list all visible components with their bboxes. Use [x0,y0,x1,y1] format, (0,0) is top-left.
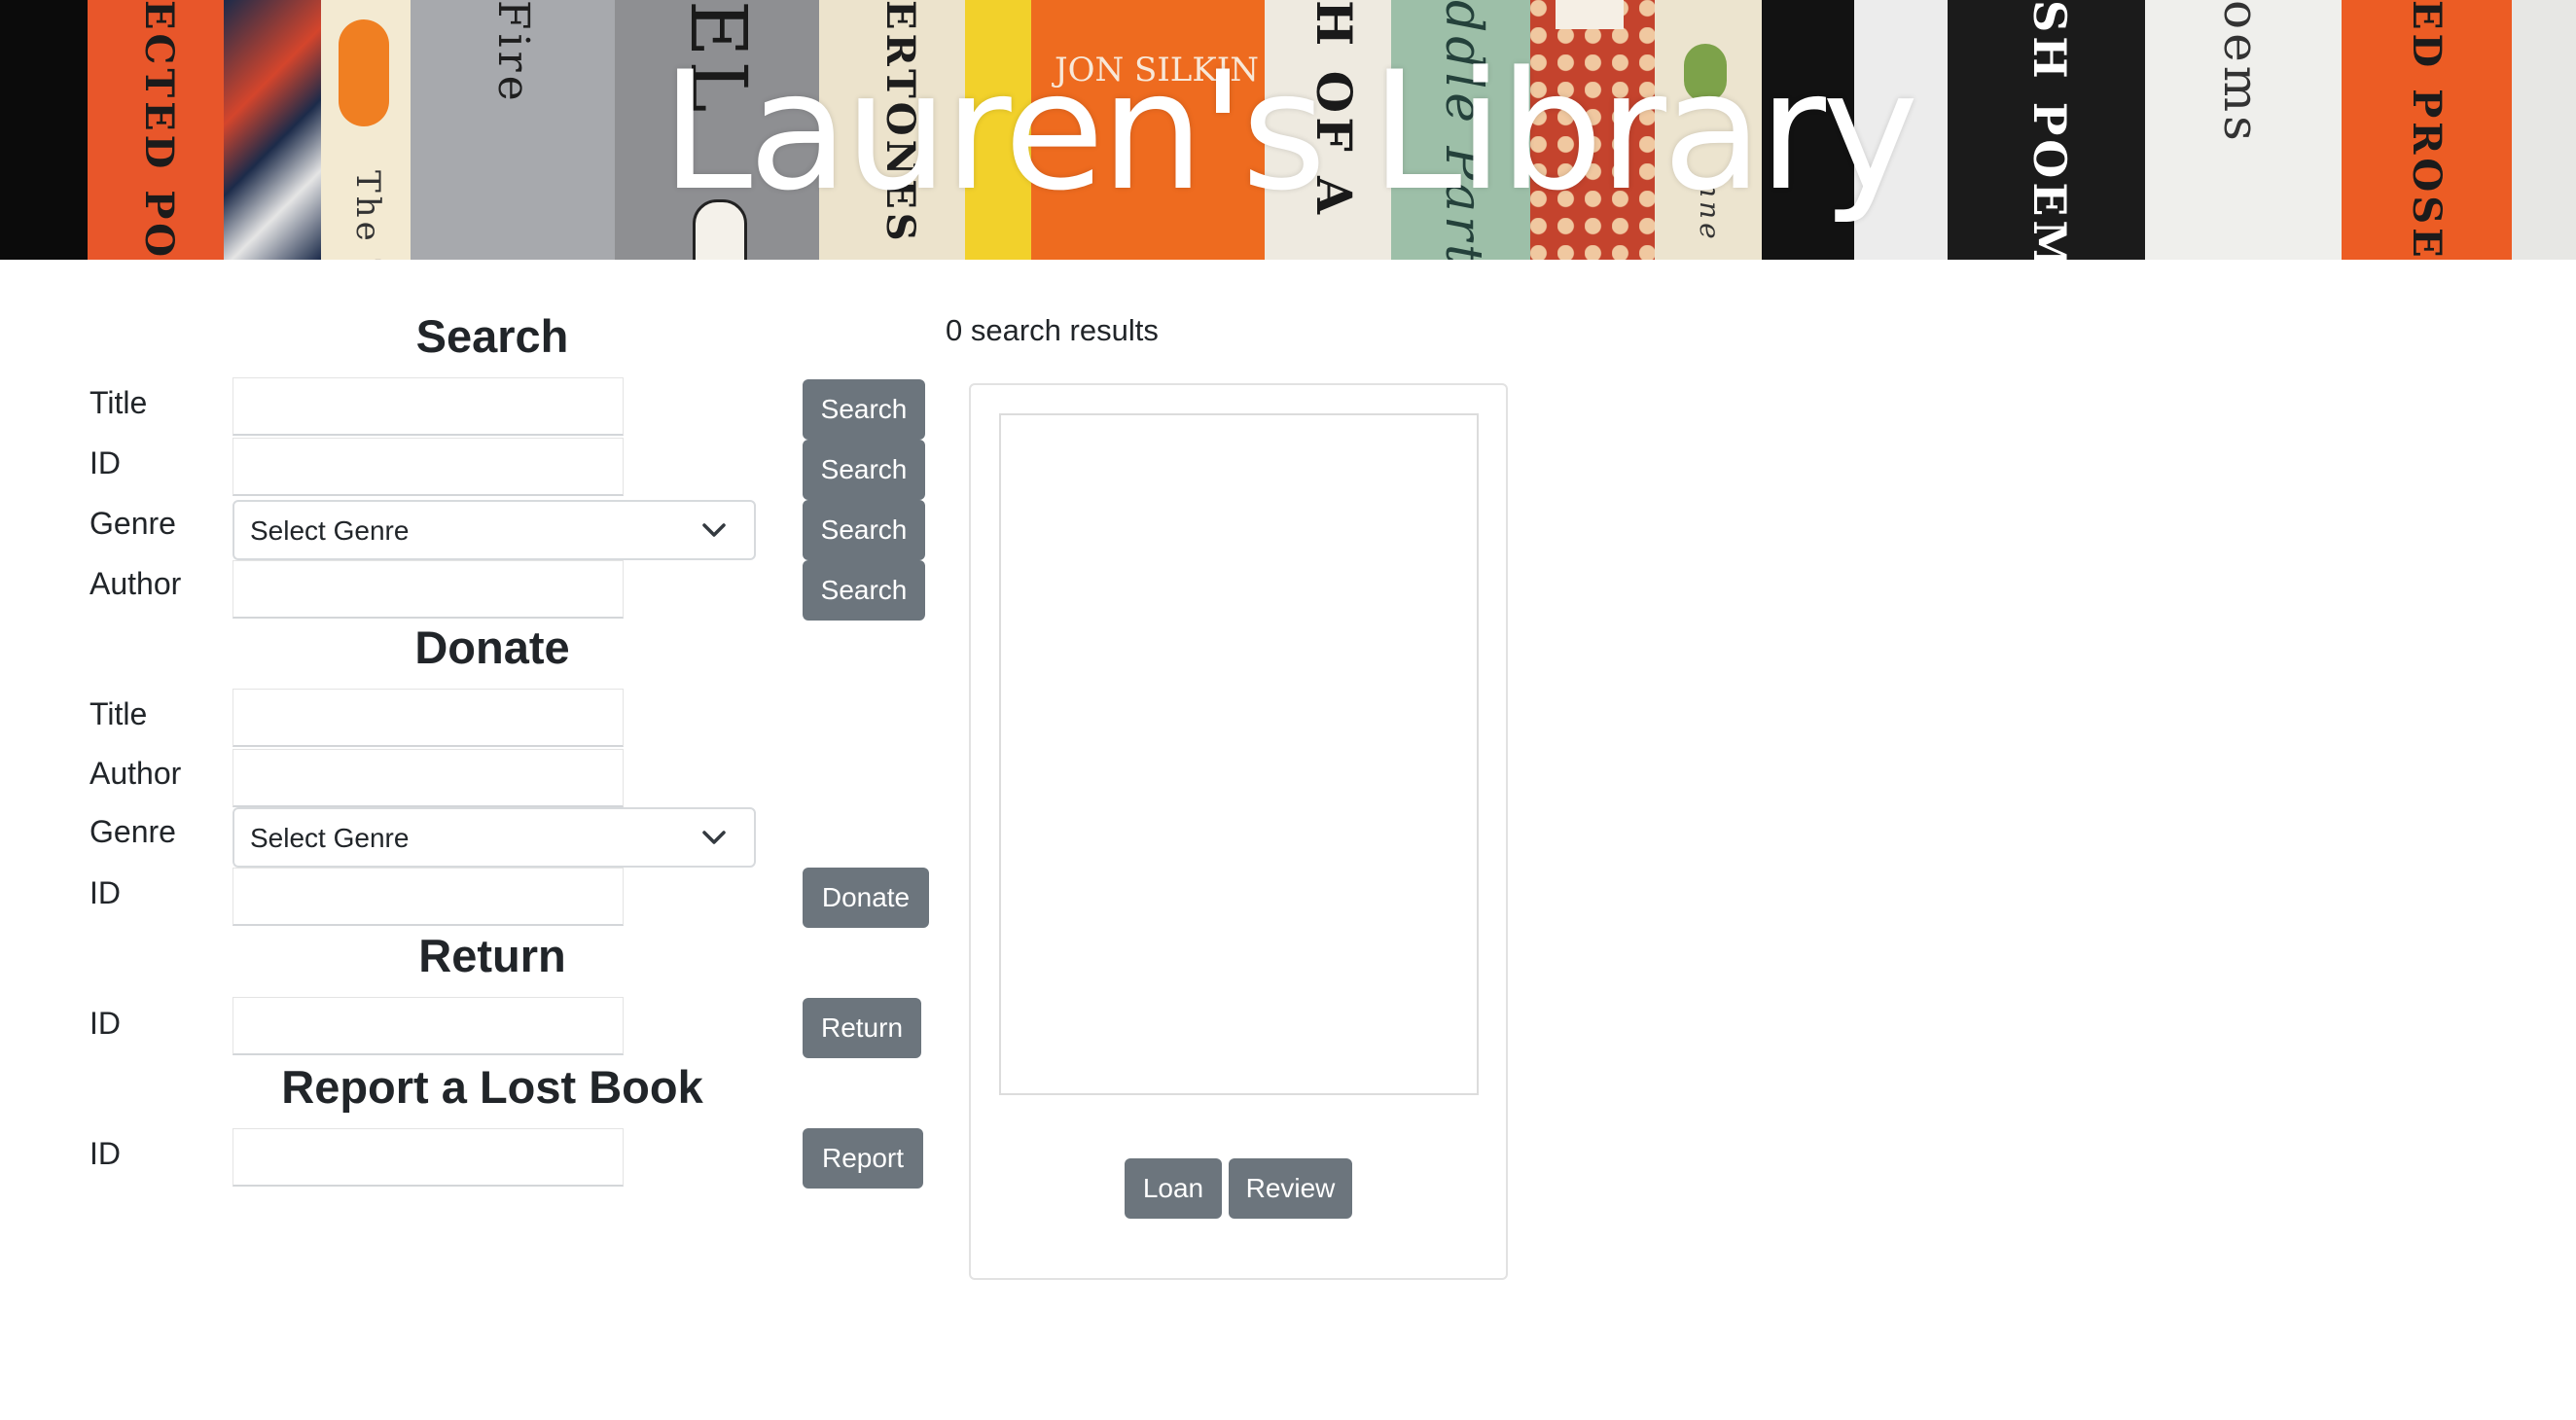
donate-heading: Donate [414,621,570,673]
search-id-label: ID [89,445,121,480]
report-id-label: ID [89,1136,121,1171]
search-by-title-button[interactable]: Search [803,379,925,440]
search-author-label: Author [89,566,182,601]
search-by-id-button[interactable]: Search [803,440,925,500]
page-title: Lauren's Library [661,36,1919,227]
donate-genre-label: Genre [89,814,176,849]
report-heading: Report a Lost Book [281,1061,703,1113]
donate-author-label: Author [89,756,182,791]
search-results-count: 0 search results [946,313,1159,347]
search-genre-selected: Select Genre [250,515,410,546]
chevron-down-icon [702,831,726,844]
search-genre-label: Genre [89,506,176,541]
donate-id-label: ID [89,875,121,910]
results-list[interactable] [999,413,1479,1095]
search-by-genre-button[interactable]: Search [803,500,925,560]
search-id-input[interactable] [233,438,624,496]
header-banner: ECTED POEM The T Fire EL ERTONES C JON S… [0,0,2576,260]
search-author-input[interactable] [233,560,624,619]
search-by-author-button[interactable]: Search [803,560,925,621]
search-title-label: Title [89,385,148,420]
donate-title-label: Title [89,696,148,731]
chevron-down-icon [702,523,726,537]
donate-button[interactable]: Donate [803,868,929,928]
donate-author-input[interactable] [233,749,624,807]
donate-genre-selected: Select Genre [250,823,410,853]
return-id-label: ID [89,1006,121,1041]
loan-button[interactable]: Loan [1125,1158,1222,1219]
return-button[interactable]: Return [803,998,921,1058]
donate-title-input[interactable] [233,689,624,747]
donate-genre-select[interactable]: Select Genre [233,807,756,868]
search-genre-select[interactable]: Select Genre [233,500,756,560]
search-title-input[interactable] [233,377,624,436]
review-button[interactable]: Review [1229,1158,1352,1219]
book-label [1556,0,1624,29]
return-heading: Return [418,930,566,981]
return-id-input[interactable] [233,997,624,1055]
report-id-input[interactable] [233,1128,624,1187]
donate-id-input[interactable] [233,868,624,926]
search-heading: Search [415,310,569,362]
report-button[interactable]: Report [803,1128,923,1189]
